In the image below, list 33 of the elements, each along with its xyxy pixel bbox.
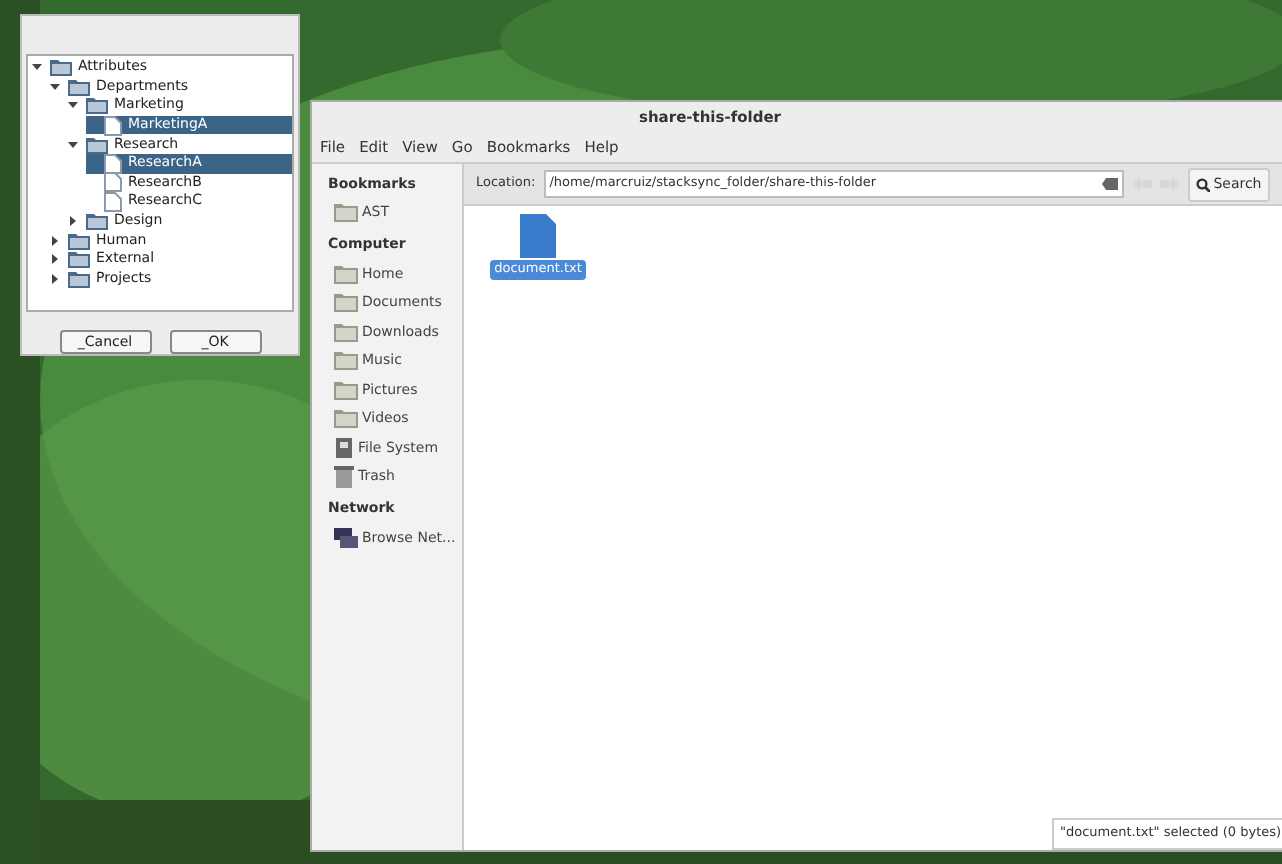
- search-icon: [1195, 177, 1210, 191]
- expander-right-icon[interactable]: [50, 254, 62, 265]
- expander-right-icon[interactable]: [50, 235, 62, 246]
- file-icon: [104, 172, 122, 193]
- folder-icon: [86, 96, 108, 115]
- folder-icon: [68, 250, 90, 269]
- folder-icon: [334, 202, 358, 223]
- folder-icon: [50, 58, 72, 77]
- folder-icon: [334, 379, 358, 400]
- file-icon: [104, 115, 122, 136]
- file-icon: [104, 153, 122, 174]
- folder-icon: [86, 212, 108, 231]
- folder-icon: [334, 321, 358, 342]
- network-icon: [334, 527, 358, 548]
- folder-icon: [86, 135, 108, 154]
- folder-icon: [68, 231, 90, 250]
- document-icon[interactable]: [520, 214, 556, 258]
- expander-down-icon[interactable]: [68, 139, 80, 150]
- clear-icon[interactable]: [1101, 178, 1118, 190]
- folder-icon: [68, 77, 90, 96]
- folder-icon: [334, 408, 358, 429]
- expander-down-icon[interactable]: [68, 100, 80, 111]
- folder-icon: [68, 269, 90, 288]
- expander-right-icon[interactable]: [50, 273, 62, 284]
- expander-down-icon[interactable]: [32, 62, 44, 73]
- drive-icon: [334, 437, 354, 458]
- folder-icon: [334, 263, 358, 284]
- file-icon: [104, 191, 122, 212]
- trash-icon: [334, 465, 354, 488]
- folder-icon: [334, 292, 358, 313]
- expander-right-icon[interactable]: [68, 216, 80, 227]
- folder-icon: [334, 350, 358, 371]
- expander-down-icon[interactable]: [50, 81, 62, 92]
